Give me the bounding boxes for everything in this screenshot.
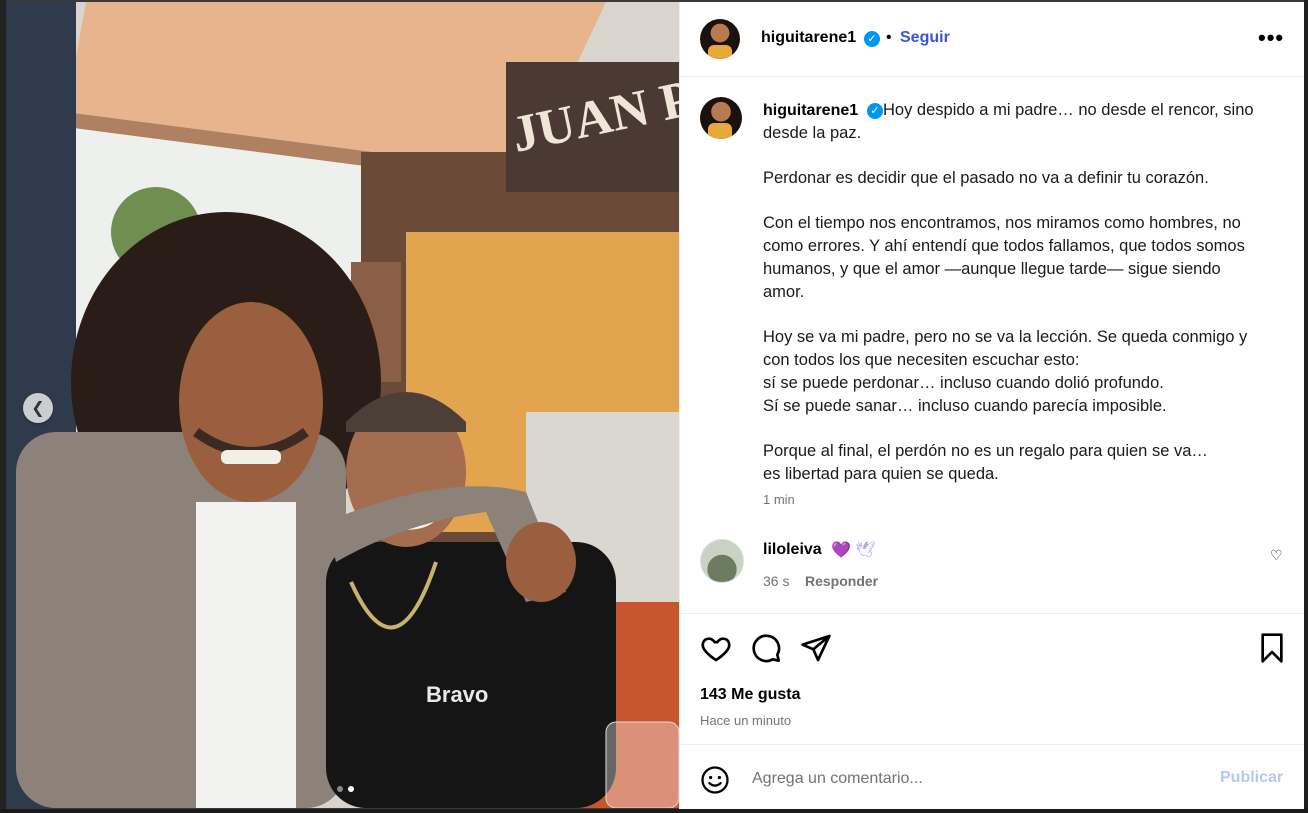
author-username[interactable]: higuitarene1: [761, 29, 856, 47]
caption-line: Porque al final, el perdón no es un rega…: [763, 442, 1208, 460]
comment-like-heart-icon[interactable]: ♡: [1270, 547, 1283, 564]
carousel-dot-active: [348, 786, 354, 792]
post-actions: 143 Me gusta Hace un minuto: [680, 613, 1304, 745]
caption-author-avatar[interactable]: [700, 97, 742, 139]
reply-button[interactable]: Responder: [805, 573, 878, 589]
post-timestamp: Hace un minuto: [700, 713, 792, 728]
caption-timestamp: 1 min: [763, 492, 795, 507]
like-heart-icon[interactable]: [700, 632, 732, 664]
caption-line: Hoy se va mi padre, pero no se va la lec…: [763, 328, 1248, 369]
backdrop: [1304, 0, 1308, 813]
post-details-panel: higuitarene1 ✓ • Seguir ••• higuitarene1…: [679, 2, 1304, 810]
commenter-avatar[interactable]: [700, 539, 744, 583]
caption-line: sí se puede perdonar… incluso cuando dol…: [763, 374, 1164, 392]
comments-area: higuitarene1 ✓ Hoy despido a mi padre… n…: [680, 77, 1304, 612]
comment-timestamp: 36 s: [763, 573, 790, 589]
commenter-username[interactable]: liloleiva: [763, 541, 822, 559]
caption-paragraph: Perdonar es decidir que el pasado no va …: [763, 169, 1209, 187]
post-photo: JUAN PA Bravo ❮: [6, 2, 679, 808]
chevron-left-icon: ❮: [31, 400, 45, 417]
carousel-dots: [337, 786, 354, 792]
post-header: higuitarene1 ✓ • Seguir •••: [680, 2, 1304, 77]
comment-bubble-icon[interactable]: [750, 632, 782, 664]
comment-composer: Publicar: [680, 744, 1304, 811]
caption-paragraph: Porque al final, el perdón no es un rega…: [763, 440, 1263, 486]
share-paper-plane-icon[interactable]: [800, 632, 832, 664]
carousel-dot: [337, 786, 343, 792]
follow-button[interactable]: Seguir: [900, 29, 950, 47]
shirt-text: Bravo: [426, 682, 488, 707]
like-count[interactable]: 143 Me gusta: [700, 686, 800, 704]
carousel-prev-button[interactable]: ❮: [23, 393, 53, 423]
author-avatar[interactable]: [700, 19, 740, 59]
emoji-smiley-icon[interactable]: [700, 765, 730, 795]
caption-paragraph: Hoy despido a mi padre… no desde el renc…: [763, 101, 1254, 142]
caption-line: Sí se puede sanar… incluso cuando parecí…: [763, 397, 1167, 415]
publish-button[interactable]: Publicar: [1220, 769, 1283, 787]
caption-paragraph: Hoy se va mi padre, pero no se va la lec…: [763, 326, 1263, 418]
separator-dot: •: [886, 29, 892, 46]
verified-badge-icon: ✓: [864, 31, 880, 47]
comment-input[interactable]: [750, 765, 1204, 793]
more-options-icon[interactable]: •••: [1258, 25, 1284, 51]
caption-paragraph: Con el tiempo nos encontramos, nos miram…: [763, 214, 1245, 301]
save-bookmark-icon[interactable]: [1256, 632, 1288, 664]
comment-text: 💜 🕊: [831, 542, 876, 559]
backdrop: [0, 809, 1308, 813]
photo-illustration: JUAN PA Bravo: [6, 2, 679, 808]
caption-line: es libertad para quien se queda.: [763, 465, 999, 483]
post-caption: Hoy despido a mi padre… no desde el renc…: [763, 99, 1263, 508]
